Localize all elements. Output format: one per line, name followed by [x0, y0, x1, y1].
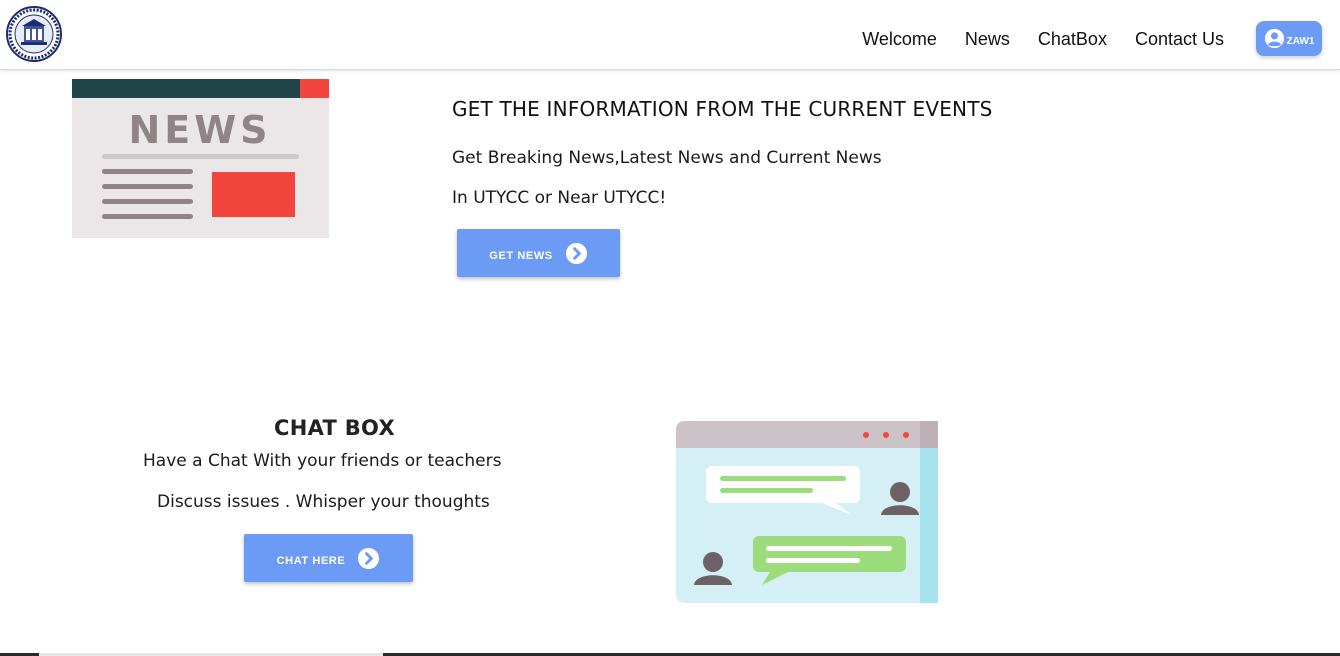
- college-logo[interactable]: [6, 6, 62, 62]
- chevron-right-circle-icon: [358, 547, 380, 569]
- chat-illustration: [676, 421, 938, 603]
- user-circle-icon: [1264, 28, 1284, 49]
- news-illustration-word: NEWS: [128, 108, 271, 152]
- news-heading: GET THE INFORMATION FROM THE CURRENT EVE…: [452, 97, 993, 121]
- chat-here-label: CHAT HERE: [276, 554, 346, 567]
- get-news-label: GET NEWS: [489, 249, 553, 262]
- top-navbar: Welcome News ChatBox Contact Us ZAW1: [0, 0, 1340, 70]
- chevron-right-circle-icon: [565, 242, 587, 264]
- main-nav: Welcome News ChatBox Contact Us: [862, 28, 1224, 50]
- news-description-2: In UTYCC or Near UTYCC!: [452, 188, 667, 208]
- nav-contact-us[interactable]: Contact Us: [1135, 28, 1224, 50]
- nav-chatbox[interactable]: ChatBox: [1038, 28, 1107, 50]
- user-account-button[interactable]: ZAW1: [1256, 21, 1322, 56]
- chat-box-title: CHAT BOX: [274, 416, 395, 440]
- news-text-block: GET THE INFORMATION FROM THE CURRENT EVE…: [452, 96, 993, 208]
- nav-welcome[interactable]: Welcome: [862, 28, 937, 50]
- chat-here-button[interactable]: CHAT HERE: [244, 534, 413, 582]
- get-news-button[interactable]: GET NEWS: [457, 229, 620, 277]
- nav-news[interactable]: News: [965, 28, 1010, 50]
- news-description-1: Get Breaking News,Latest News and Curren…: [452, 148, 882, 168]
- news-illustration: NEWS: [72, 79, 329, 238]
- chat-description-2: Discuss issues . Whisper your thoughts: [157, 492, 490, 512]
- user-name: ZAW1: [1286, 35, 1315, 47]
- chat-description-1: Have a Chat With your friends or teacher…: [143, 451, 502, 471]
